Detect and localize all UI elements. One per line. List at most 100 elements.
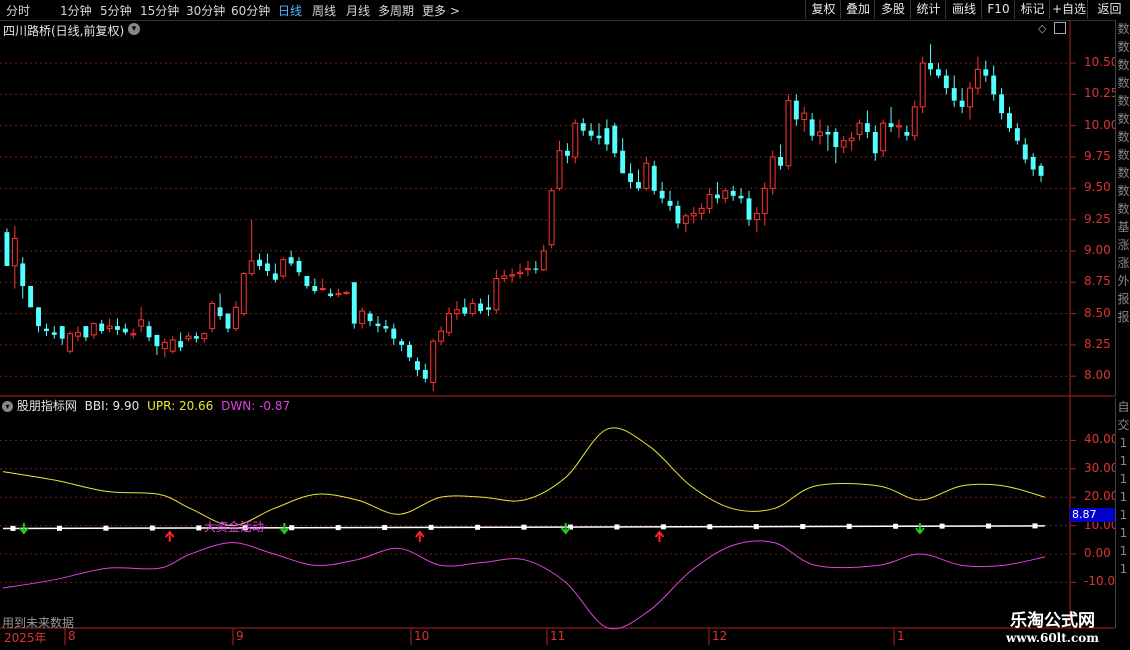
side-tab[interactable]: 1: [1116, 434, 1130, 452]
candle: [991, 65, 997, 101]
side-tab[interactable]: 自: [1116, 398, 1130, 416]
side-tab[interactable]: 数: [1116, 164, 1130, 182]
indicator-annotation: 大资金活动: [204, 520, 265, 534]
side-tab[interactable]: 数: [1116, 56, 1130, 74]
candle: [319, 278, 326, 292]
toolbar-button-6[interactable]: 标记: [1014, 0, 1050, 19]
side-tab[interactable]: 交: [1116, 416, 1130, 434]
side-tab[interactable]: 1: [1116, 488, 1130, 506]
side-tab[interactable]: 1: [1116, 470, 1130, 488]
period-tab-9[interactable]: 多周期: [378, 2, 414, 19]
toolbar-button-8[interactable]: 返回: [1087, 0, 1130, 19]
candle: [951, 75, 957, 107]
candle-body: [478, 303, 484, 312]
toolbar-button-1[interactable]: 叠加: [840, 0, 875, 19]
period-tab-1[interactable]: 1分钟: [60, 2, 92, 19]
toolbar-button-4[interactable]: 画线: [945, 0, 982, 19]
side-tab[interactable]: 1: [1116, 542, 1130, 560]
period-tab-4[interactable]: 30分钟: [186, 2, 225, 19]
price-tick-label: 9.00: [1084, 242, 1111, 257]
period-toolbar: 分时 1分钟 5分钟 15分钟 30分钟 60分钟 日线 周线 月线 多周期 更多 > 复权 叠加 多股统…: [0, 0, 1130, 21]
price-tick-label: 10.00: [1084, 117, 1119, 132]
title-dropdown-icon[interactable]: ▾: [128, 23, 140, 35]
candle-body: [888, 123, 894, 127]
side-panel-tabs-lower[interactable]: 自交11111111: [1115, 398, 1130, 628]
candle: [193, 332, 199, 343]
toolbar-button-0[interactable]: 复权: [805, 0, 841, 19]
toolbar-button-7[interactable]: +自选: [1049, 0, 1088, 19]
side-tab[interactable]: 1: [1116, 452, 1130, 470]
period-tab-6[interactable]: 日线: [278, 2, 302, 19]
period-tab-10[interactable]: 更多 >: [422, 2, 460, 19]
side-tab[interactable]: 1: [1116, 560, 1130, 578]
candle-body: [1007, 113, 1012, 129]
side-tab[interactable]: 1: [1116, 524, 1130, 542]
candle-body: [304, 276, 310, 287]
toolbar-button-2[interactable]: 多股: [874, 0, 911, 19]
period-tab-0[interactable]: 分时: [6, 2, 30, 19]
side-tab[interactable]: 数: [1116, 20, 1130, 38]
side-tab[interactable]: 数: [1116, 200, 1130, 218]
sell-arrow-head: [915, 527, 925, 535]
candle-body: [106, 325, 113, 330]
candle: [919, 56, 926, 114]
bbi-marker: [660, 524, 666, 530]
date-label: 2025年: [4, 631, 47, 645]
bbi-marker: [289, 525, 295, 531]
period-tab-2[interactable]: 5分钟: [100, 2, 132, 19]
candle: [11, 225, 18, 289]
candle-body: [793, 100, 799, 120]
side-tab[interactable]: 数: [1116, 38, 1130, 56]
candle: [501, 269, 508, 283]
toolbar-button-5[interactable]: F10: [981, 0, 1015, 19]
side-tab[interactable]: 报: [1116, 290, 1130, 308]
candle-body: [769, 156, 776, 189]
side-tab[interactable]: 报: [1116, 308, 1130, 326]
candle: [643, 157, 650, 191]
date-label: 9: [236, 629, 244, 643]
candle: [422, 363, 428, 383]
candle-body: [856, 122, 863, 135]
candle: [20, 257, 26, 299]
candle-body: [414, 361, 420, 370]
chart-canvas[interactable]: [0, 0, 1130, 650]
side-tab[interactable]: 1: [1116, 506, 1130, 524]
candle-body: [983, 69, 989, 76]
candle-body: [761, 187, 768, 214]
candle: [911, 100, 918, 141]
indicator-settings-icon[interactable]: ▾: [2, 401, 13, 412]
bbi-marker: [846, 523, 852, 529]
candle-body: [999, 94, 1005, 114]
side-panel-tabs[interactable]: 数数数数数数数数数数数基涨涨外报报: [1115, 20, 1130, 396]
candle: [935, 63, 941, 79]
side-tab[interactable]: 外: [1116, 272, 1130, 290]
diamond-icon[interactable]: ◇: [1038, 22, 1046, 35]
side-tab[interactable]: 数: [1116, 74, 1130, 92]
period-tab-5[interactable]: 60分钟: [231, 2, 270, 19]
candle-body: [328, 293, 334, 297]
side-tab[interactable]: 涨: [1116, 254, 1130, 272]
candle-body: [904, 131, 910, 136]
side-tab[interactable]: 涨: [1116, 236, 1130, 254]
window-icon[interactable]: [1054, 22, 1066, 34]
candle: [572, 119, 579, 164]
side-tab[interactable]: 基: [1116, 218, 1130, 236]
bbi-marker: [800, 523, 806, 529]
side-tab[interactable]: 数: [1116, 146, 1130, 164]
side-tab[interactable]: 数: [1116, 182, 1130, 200]
candlestick-series: [4, 44, 1044, 392]
period-tab-8[interactable]: 月线: [346, 2, 370, 19]
candle: [817, 119, 823, 145]
candle-body: [90, 323, 97, 336]
period-tab-3[interactable]: 15分钟: [140, 2, 179, 19]
side-tab[interactable]: 数: [1116, 110, 1130, 128]
candle-body: [146, 326, 152, 338]
side-tab[interactable]: 数: [1116, 128, 1130, 146]
side-tab[interactable]: 数: [1116, 92, 1130, 110]
bbi-marker: [893, 523, 899, 529]
toolbar-button-3[interactable]: 统计: [910, 0, 946, 19]
bbi-line: [2, 525, 1046, 530]
period-tab-7[interactable]: 周线: [312, 2, 336, 19]
sell-arrow-icon: [279, 523, 290, 535]
price-tick-label: 8.75: [1084, 274, 1111, 289]
